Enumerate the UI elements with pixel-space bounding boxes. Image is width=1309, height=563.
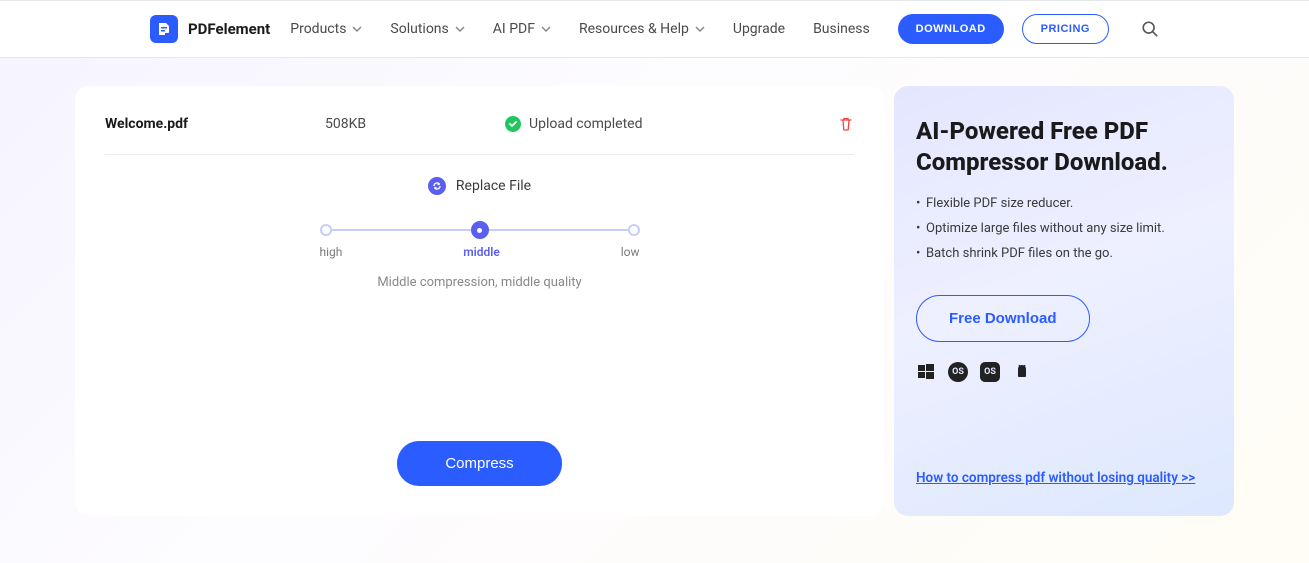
slider-track: [320, 223, 640, 237]
brand-name: PDFelement: [188, 20, 270, 38]
nav-solutions[interactable]: Solutions: [390, 21, 464, 37]
compress-button[interactable]: Compress: [397, 441, 561, 486]
slider-option-high[interactable]: [320, 224, 332, 236]
nav-solutions-label: Solutions: [390, 21, 448, 37]
nav-products[interactable]: Products: [290, 21, 362, 37]
free-download-button[interactable]: Free Download: [916, 295, 1090, 342]
replace-icon: [428, 177, 446, 195]
slider-labels: high middle low: [320, 245, 640, 259]
chevron-down-icon: [695, 24, 705, 34]
chevron-down-icon: [541, 24, 551, 34]
replace-file[interactable]: Replace File: [105, 177, 854, 195]
ios-icon: OS: [980, 362, 1000, 382]
search-icon[interactable]: [1141, 20, 1159, 38]
header: PDFelement Products Solutions AI PDF Res…: [0, 0, 1309, 58]
slider-option-low[interactable]: [628, 224, 640, 236]
nav: Products Solutions AI PDF Resources & He…: [290, 21, 897, 37]
file-row: Welcome.pdf 508KB Upload completed: [105, 116, 854, 155]
slider-label-middle: middle: [463, 245, 500, 259]
nav-resources-label: Resources & Help: [579, 21, 689, 37]
file-name: Welcome.pdf: [105, 116, 325, 132]
file-size: 508KB: [325, 116, 505, 132]
check-icon: [505, 116, 521, 132]
platforms: OS OS: [916, 362, 1212, 382]
promo-title: AI-Powered Free PDF Compressor Download.: [916, 116, 1212, 178]
trash-icon[interactable]: [838, 116, 854, 132]
windows-icon: [916, 362, 936, 382]
nav-upgrade[interactable]: Upgrade: [733, 21, 785, 37]
nav-business[interactable]: Business: [813, 21, 870, 37]
android-icon: [1012, 362, 1032, 382]
brand[interactable]: PDFelement: [150, 15, 270, 43]
compress-panel: Welcome.pdf 508KB Upload completed Repla…: [75, 86, 884, 516]
nav-ai-pdf[interactable]: AI PDF: [493, 21, 551, 37]
promo-link[interactable]: How to compress pdf without losing quali…: [916, 470, 1195, 486]
nav-business-label: Business: [813, 21, 870, 37]
slider-label-high: high: [320, 245, 343, 259]
nav-products-label: Products: [290, 21, 346, 37]
brand-logo-icon: [150, 15, 178, 43]
slider-option-middle[interactable]: [471, 221, 489, 239]
header-actions: DOWNLOAD PRICING: [898, 14, 1159, 44]
compression-slider: high middle low Middle compression, midd…: [320, 223, 640, 290]
promo-panel: AI-Powered Free PDF Compressor Download.…: [894, 86, 1234, 516]
macos-icon: OS: [948, 362, 968, 382]
pricing-button[interactable]: PRICING: [1022, 14, 1109, 44]
chevron-down-icon: [352, 24, 362, 34]
file-status-label: Upload completed: [529, 116, 643, 132]
nav-ai-pdf-label: AI PDF: [493, 21, 535, 37]
replace-file-label: Replace File: [456, 178, 531, 194]
chevron-down-icon: [455, 24, 465, 34]
slider-description: Middle compression, middle quality: [320, 275, 640, 290]
promo-bullet: Optimize large files without any size li…: [916, 221, 1212, 236]
file-status: Upload completed: [505, 116, 838, 132]
promo-bullet: Flexible PDF size reducer.: [916, 196, 1212, 211]
main: Welcome.pdf 508KB Upload completed Repla…: [0, 58, 1309, 516]
download-button[interactable]: DOWNLOAD: [898, 14, 1004, 44]
promo-bullets: Flexible PDF size reducer. Optimize larg…: [916, 196, 1212, 261]
nav-resources[interactable]: Resources & Help: [579, 21, 705, 37]
promo-bullet: Batch shrink PDF files on the go.: [916, 246, 1212, 261]
slider-label-low: low: [621, 245, 640, 259]
nav-upgrade-label: Upgrade: [733, 21, 785, 37]
